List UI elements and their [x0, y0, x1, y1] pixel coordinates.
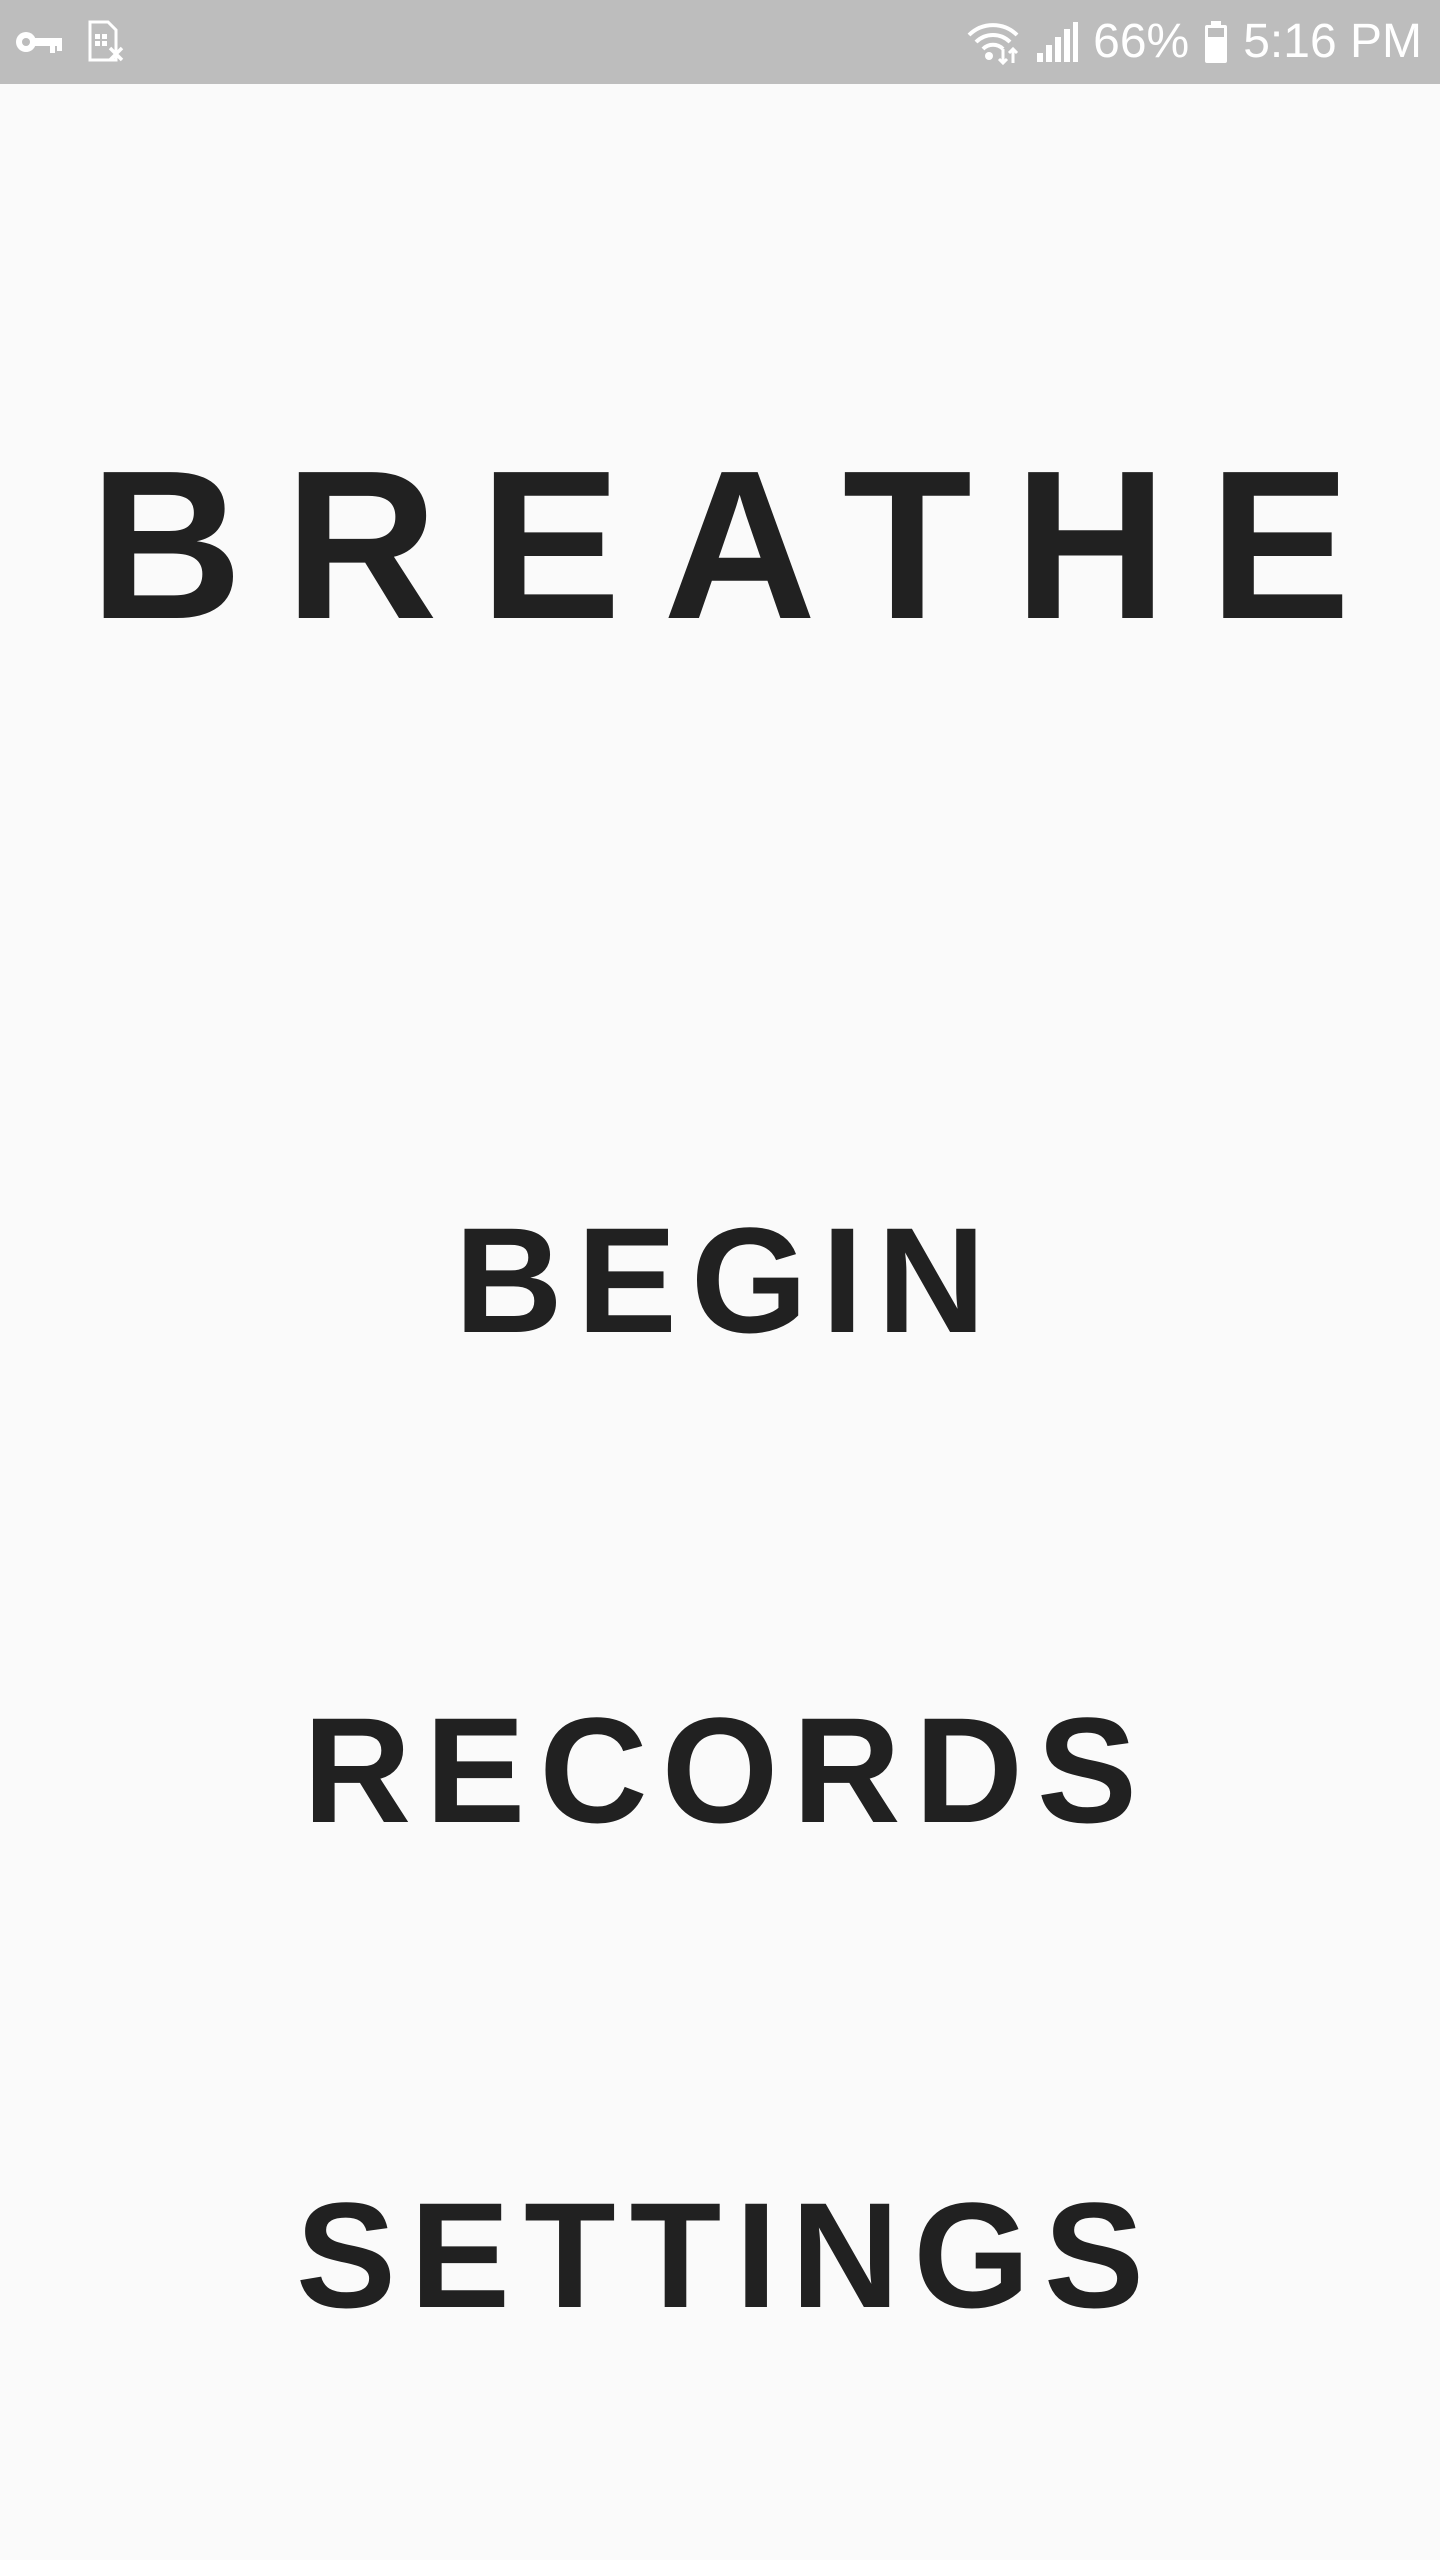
wifi-icon	[965, 19, 1021, 65]
signal-icon	[1035, 21, 1079, 63]
sim-card-off-icon	[86, 20, 126, 64]
status-bar: 66% 5:16 PM	[0, 0, 1440, 84]
settings-button[interactable]: SETTINGS	[0, 2155, 1440, 2355]
app-title: BREATHE	[89, 426, 1393, 663]
begin-button[interactable]: BEGIN	[0, 1180, 1440, 1380]
records-button[interactable]: RECORDS	[0, 1670, 1440, 1870]
clock-time: 5:16 PM	[1243, 15, 1422, 68]
status-left-icons	[14, 0, 126, 84]
battery-percent: 66%	[1093, 15, 1190, 68]
battery-icon	[1203, 20, 1229, 64]
key-icon	[14, 27, 64, 57]
status-right-icons: 66% 5:16 PM	[965, 0, 1422, 84]
